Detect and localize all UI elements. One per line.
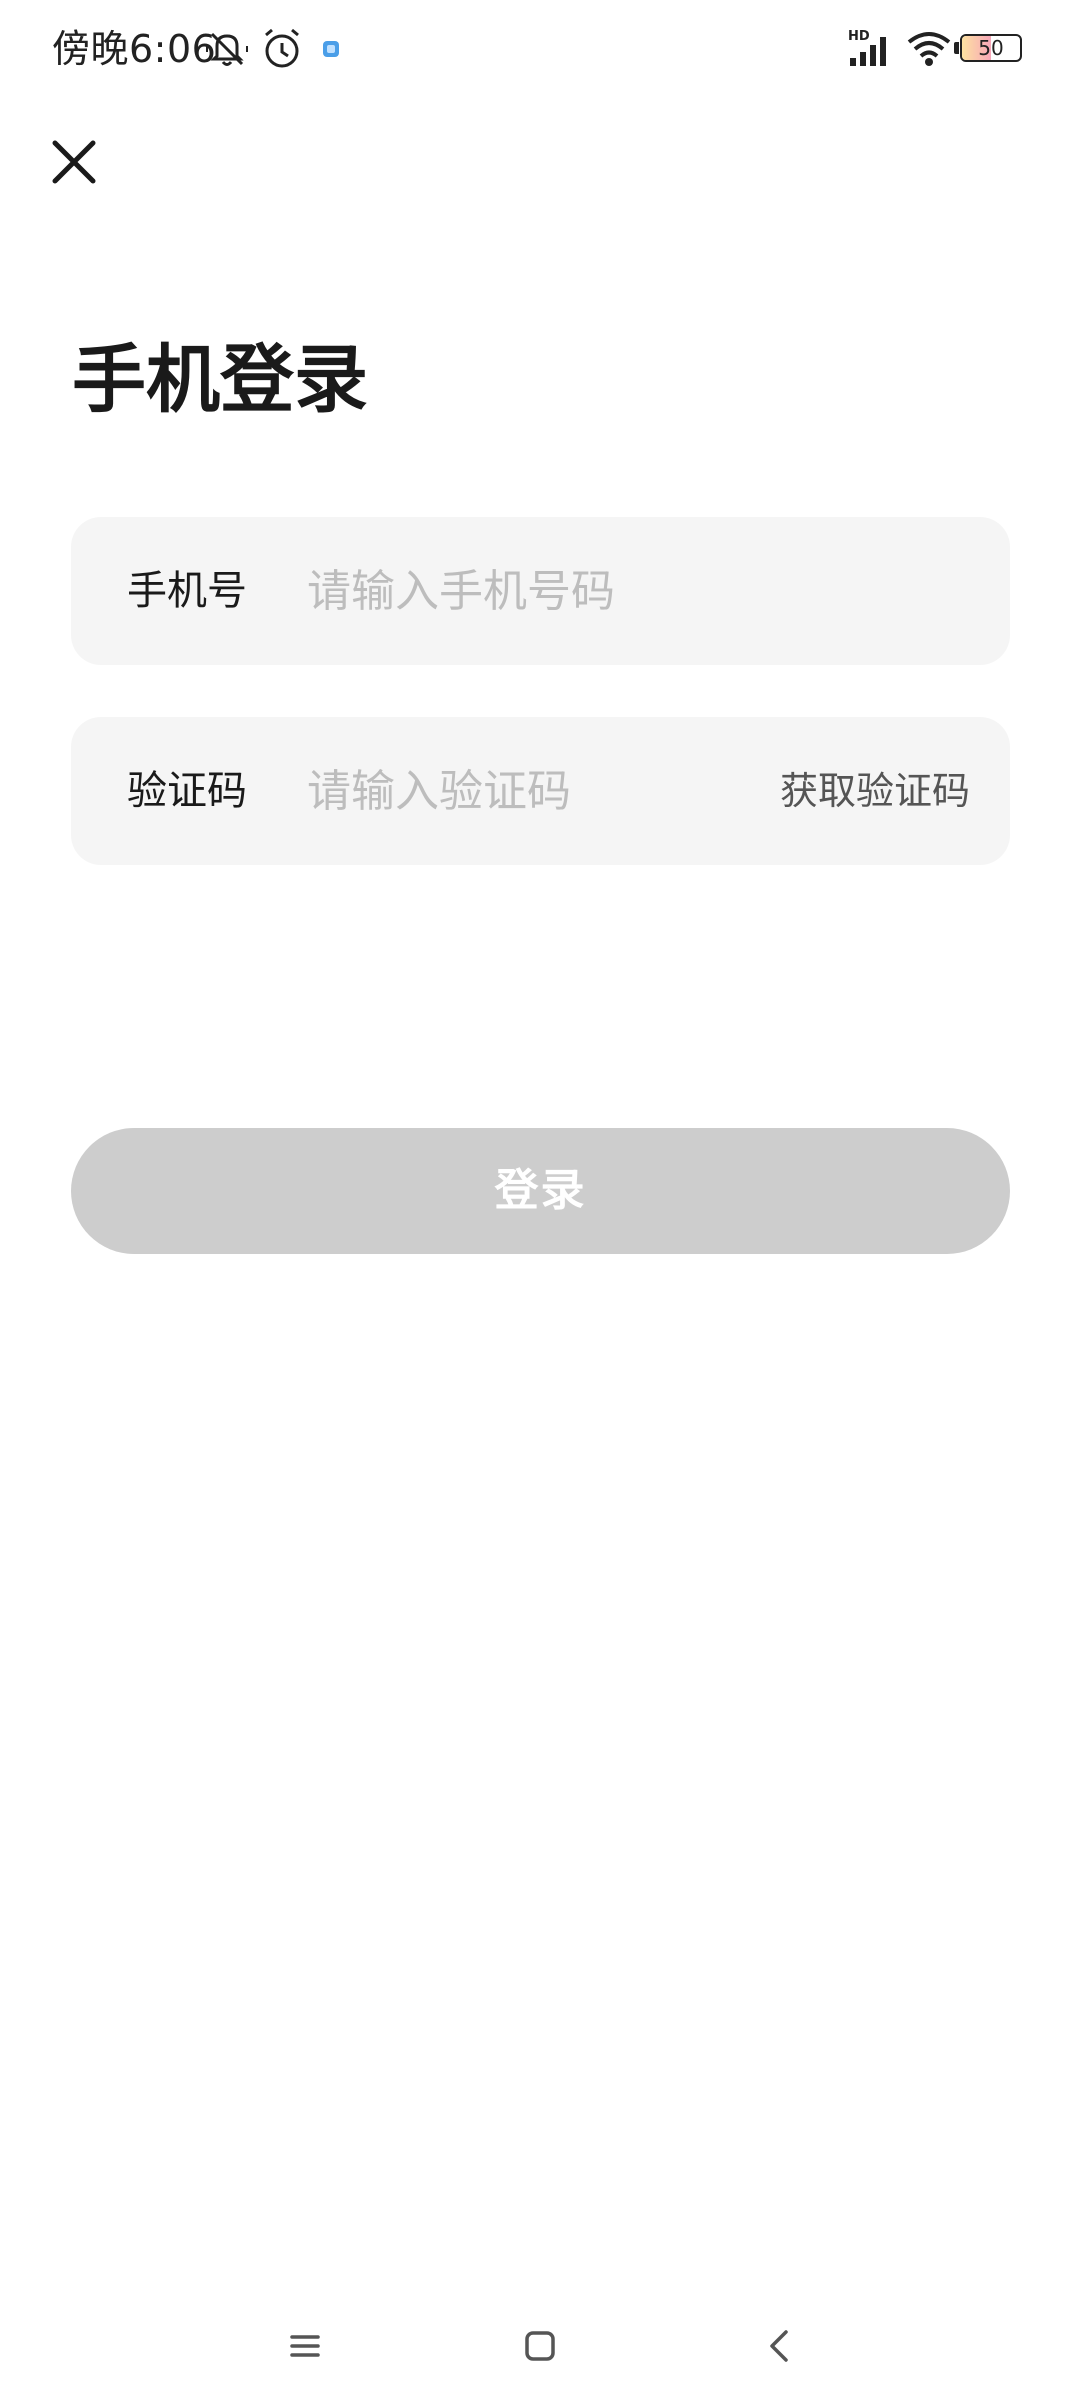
menu-button[interactable] xyxy=(275,2316,335,2376)
status-bar: 傍晚6:06 HD 50 xyxy=(0,0,1080,100)
network-label: HD xyxy=(848,29,870,44)
get-code-button[interactable]: 获取验证码 xyxy=(780,717,970,865)
back-button[interactable] xyxy=(750,2316,810,2376)
wifi-icon xyxy=(906,28,952,68)
back-icon xyxy=(770,2330,788,2362)
menu-icon xyxy=(290,2335,320,2357)
phone-label: 手机号 xyxy=(127,568,247,614)
phone-input[interactable] xyxy=(307,551,967,631)
alarm-icon xyxy=(260,26,304,72)
page-title: 手机登录 xyxy=(72,337,368,423)
home-button[interactable] xyxy=(510,2316,570,2376)
login-button[interactable]: 登录 xyxy=(71,1128,1010,1254)
close-button[interactable] xyxy=(46,134,102,190)
notification-icon xyxy=(322,40,340,58)
battery-icon: 50 xyxy=(960,34,1022,62)
battery-text: 50 xyxy=(978,36,1004,60)
verification-code-input[interactable] xyxy=(307,751,757,831)
home-icon xyxy=(525,2331,555,2361)
phone-field: 手机号 xyxy=(71,517,1010,665)
status-time: 傍晚6:06 xyxy=(52,27,217,71)
mute-icon xyxy=(204,26,250,72)
verification-code-label: 验证码 xyxy=(127,768,247,814)
battery-cap xyxy=(954,42,959,54)
close-icon xyxy=(52,140,96,184)
verification-code-field: 验证码 获取验证码 xyxy=(71,717,1010,865)
navigation-bar xyxy=(0,2290,1080,2400)
